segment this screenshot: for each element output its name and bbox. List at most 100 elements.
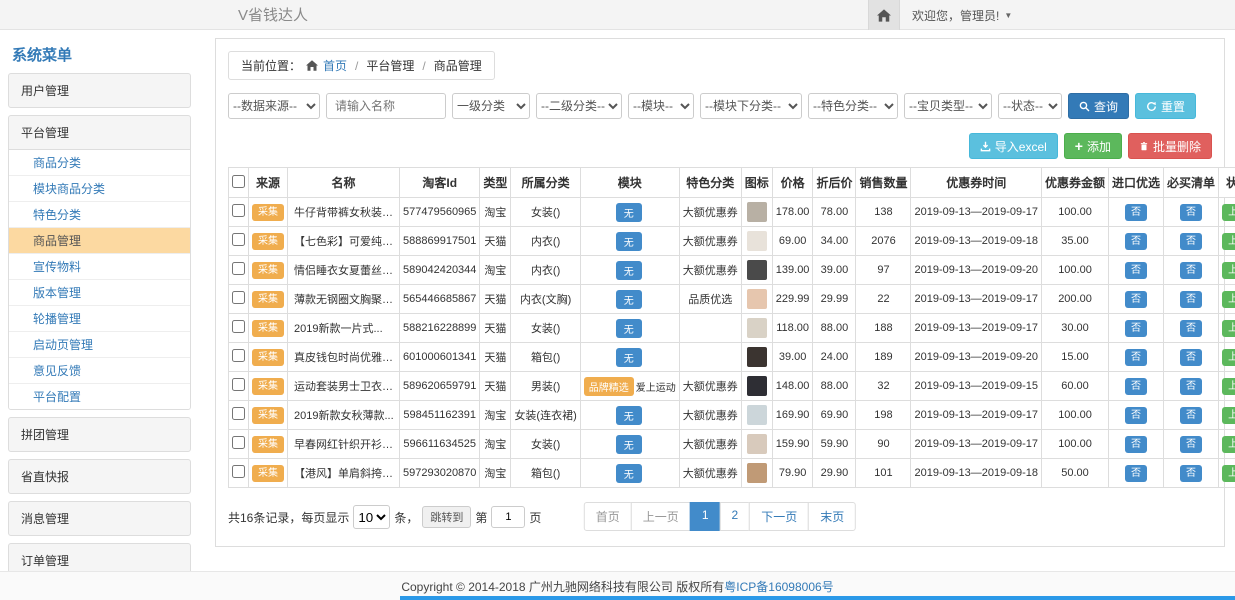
search-button[interactable]: 查询 bbox=[1068, 93, 1129, 119]
batch-delete-button[interactable]: 批量删除 bbox=[1128, 133, 1212, 159]
import-select-toggle[interactable]: 否 bbox=[1125, 233, 1147, 250]
page-button[interactable]: 下一页 bbox=[749, 502, 809, 531]
page-button[interactable]: 2 bbox=[720, 502, 751, 531]
must-buy-toggle[interactable]: 否 bbox=[1180, 378, 1202, 395]
status-badge[interactable]: 上架 bbox=[1222, 291, 1235, 308]
submenu-item[interactable]: 模块商品分类 bbox=[9, 175, 190, 201]
must-buy-toggle[interactable]: 否 bbox=[1180, 262, 1202, 279]
import-excel-button[interactable]: 导入excel bbox=[969, 133, 1058, 159]
sidebar-item-message-mgmt[interactable]: 消息管理 bbox=[9, 502, 190, 535]
submenu-item[interactable]: 商品分类 bbox=[9, 150, 190, 175]
submenu-item[interactable]: 商品管理 bbox=[9, 227, 190, 253]
row-checkbox[interactable] bbox=[232, 291, 245, 304]
coupon-time: 2019-09-13—2019-09-17 bbox=[911, 430, 1042, 459]
import-select-toggle[interactable]: 否 bbox=[1125, 378, 1147, 395]
submenu-item[interactable]: 版本管理 bbox=[9, 279, 190, 305]
product-name: 薄款无钢圈文胸聚拢性... bbox=[288, 285, 400, 314]
module-cell: 无 bbox=[580, 227, 679, 256]
status-badge[interactable]: 上架 bbox=[1222, 233, 1235, 250]
status-badge[interactable]: 上架 bbox=[1222, 349, 1235, 366]
status-badge[interactable]: 上架 bbox=[1222, 320, 1235, 337]
feature-category: 大额优惠券 bbox=[679, 256, 741, 285]
product-thumbnail bbox=[747, 289, 767, 309]
status-badge[interactable]: 上架 bbox=[1222, 407, 1235, 424]
import-select-toggle[interactable]: 否 bbox=[1125, 465, 1147, 482]
page-number-input[interactable] bbox=[491, 506, 525, 528]
page-button[interactable]: 末页 bbox=[808, 502, 856, 531]
shop-type: 天猫 bbox=[480, 285, 511, 314]
module-badge: 无 bbox=[616, 435, 642, 454]
status-badge[interactable]: 上架 bbox=[1222, 436, 1235, 453]
sidebar-item-order-mgmt[interactable]: 订单管理 bbox=[9, 544, 190, 571]
row-checkbox[interactable] bbox=[232, 436, 245, 449]
icp-link[interactable]: 粤ICP备16098006号 bbox=[724, 578, 833, 595]
must-buy-toggle[interactable]: 否 bbox=[1180, 291, 1202, 308]
import-select-toggle[interactable]: 否 bbox=[1125, 204, 1147, 221]
page-button[interactable]: 1 bbox=[690, 502, 721, 531]
status-badge[interactable]: 上架 bbox=[1222, 204, 1235, 221]
level1-category-select[interactable]: 一级分类 bbox=[452, 93, 530, 119]
taoke-id: 597293020870 bbox=[400, 459, 480, 488]
submenu-item[interactable]: 宣传物料 bbox=[9, 253, 190, 279]
sales-count: 189 bbox=[856, 343, 911, 372]
row-checkbox[interactable] bbox=[232, 378, 245, 391]
data-source-select[interactable]: --数据来源-- bbox=[228, 93, 320, 119]
breadcrumb-home-link[interactable]: 首页 bbox=[323, 57, 347, 74]
per-page-select[interactable]: 10 bbox=[353, 505, 390, 529]
must-buy-toggle[interactable]: 否 bbox=[1180, 233, 1202, 250]
must-buy-toggle[interactable]: 否 bbox=[1180, 204, 1202, 221]
import-select-toggle[interactable]: 否 bbox=[1125, 262, 1147, 279]
import-select-toggle[interactable]: 否 bbox=[1125, 349, 1147, 366]
row-checkbox[interactable] bbox=[232, 349, 245, 362]
must-buy-toggle[interactable]: 否 bbox=[1180, 407, 1202, 424]
feature-category bbox=[679, 343, 741, 372]
page-button[interactable]: 首页 bbox=[584, 502, 632, 531]
module-sub-select[interactable]: --模块下分类-- bbox=[700, 93, 802, 119]
status-badge[interactable]: 上架 bbox=[1222, 262, 1235, 279]
feature-category-select[interactable]: --特色分类-- bbox=[808, 93, 898, 119]
item-type-select[interactable]: --宝贝类型-- bbox=[904, 93, 992, 119]
reset-button[interactable]: 重置 bbox=[1135, 93, 1196, 119]
submenu-item[interactable]: 轮播管理 bbox=[9, 305, 190, 331]
submenu-item[interactable]: 平台配置 bbox=[9, 383, 190, 409]
row-checkbox[interactable] bbox=[232, 407, 245, 420]
must-buy-toggle[interactable]: 否 bbox=[1180, 320, 1202, 337]
sidebar-item-groupbuy-mgmt[interactable]: 拼团管理 bbox=[9, 418, 190, 451]
table-row: 采集 情侣睡衣女夏蕾丝男士... 589042420344 淘宝 内衣() 无 … bbox=[229, 256, 1235, 285]
row-checkbox[interactable] bbox=[232, 320, 245, 333]
row-checkbox[interactable] bbox=[232, 204, 245, 217]
status-badge[interactable]: 上架 bbox=[1222, 378, 1235, 395]
row-checkbox[interactable] bbox=[232, 262, 245, 275]
goto-button[interactable]: 跳转到 bbox=[422, 506, 471, 528]
import-select-toggle[interactable]: 否 bbox=[1125, 291, 1147, 308]
discount-price: 88.00 bbox=[813, 372, 856, 401]
page-button[interactable]: 上一页 bbox=[631, 502, 691, 531]
row-checkbox[interactable] bbox=[232, 465, 245, 478]
sidebar-item-platform-mgmt[interactable]: 平台管理 bbox=[9, 116, 190, 149]
sidebar-item-express-news[interactable]: 省直快报 bbox=[9, 460, 190, 493]
category: 内衣() bbox=[511, 256, 580, 285]
must-buy-toggle[interactable]: 否 bbox=[1180, 465, 1202, 482]
add-button[interactable]: + 添加 bbox=[1064, 133, 1122, 159]
level2-category-select[interactable]: --二级分类-- bbox=[536, 93, 622, 119]
user-menu[interactable]: 欢迎您，管理员! ▼ bbox=[900, 0, 1024, 30]
select-all-checkbox[interactable] bbox=[232, 175, 245, 188]
import-select-toggle[interactable]: 否 bbox=[1125, 320, 1147, 337]
import-select-toggle[interactable]: 否 bbox=[1125, 407, 1147, 424]
name-search-input[interactable] bbox=[326, 93, 446, 119]
import-select-toggle[interactable]: 否 bbox=[1125, 436, 1147, 453]
sidebar-item-user-mgmt[interactable]: 用户管理 bbox=[9, 74, 190, 107]
submenu-item[interactable]: 启动页管理 bbox=[9, 331, 190, 357]
status-select[interactable]: --状态-- bbox=[998, 93, 1062, 119]
must-buy-toggle[interactable]: 否 bbox=[1180, 349, 1202, 366]
submenu-item[interactable]: 特色分类 bbox=[9, 201, 190, 227]
must-buy-toggle[interactable]: 否 bbox=[1180, 436, 1202, 453]
submenu-item[interactable]: 意见反馈 bbox=[9, 357, 190, 383]
row-checkbox[interactable] bbox=[232, 233, 245, 246]
status-badge[interactable]: 上架 bbox=[1222, 465, 1235, 482]
bottom-blue-bar bbox=[400, 596, 1235, 600]
home-button[interactable] bbox=[868, 0, 900, 30]
module-select[interactable]: --模块-- bbox=[628, 93, 694, 119]
coupon-time: 2019-09-13—2019-09-17 bbox=[911, 401, 1042, 430]
category: 内衣() bbox=[511, 227, 580, 256]
